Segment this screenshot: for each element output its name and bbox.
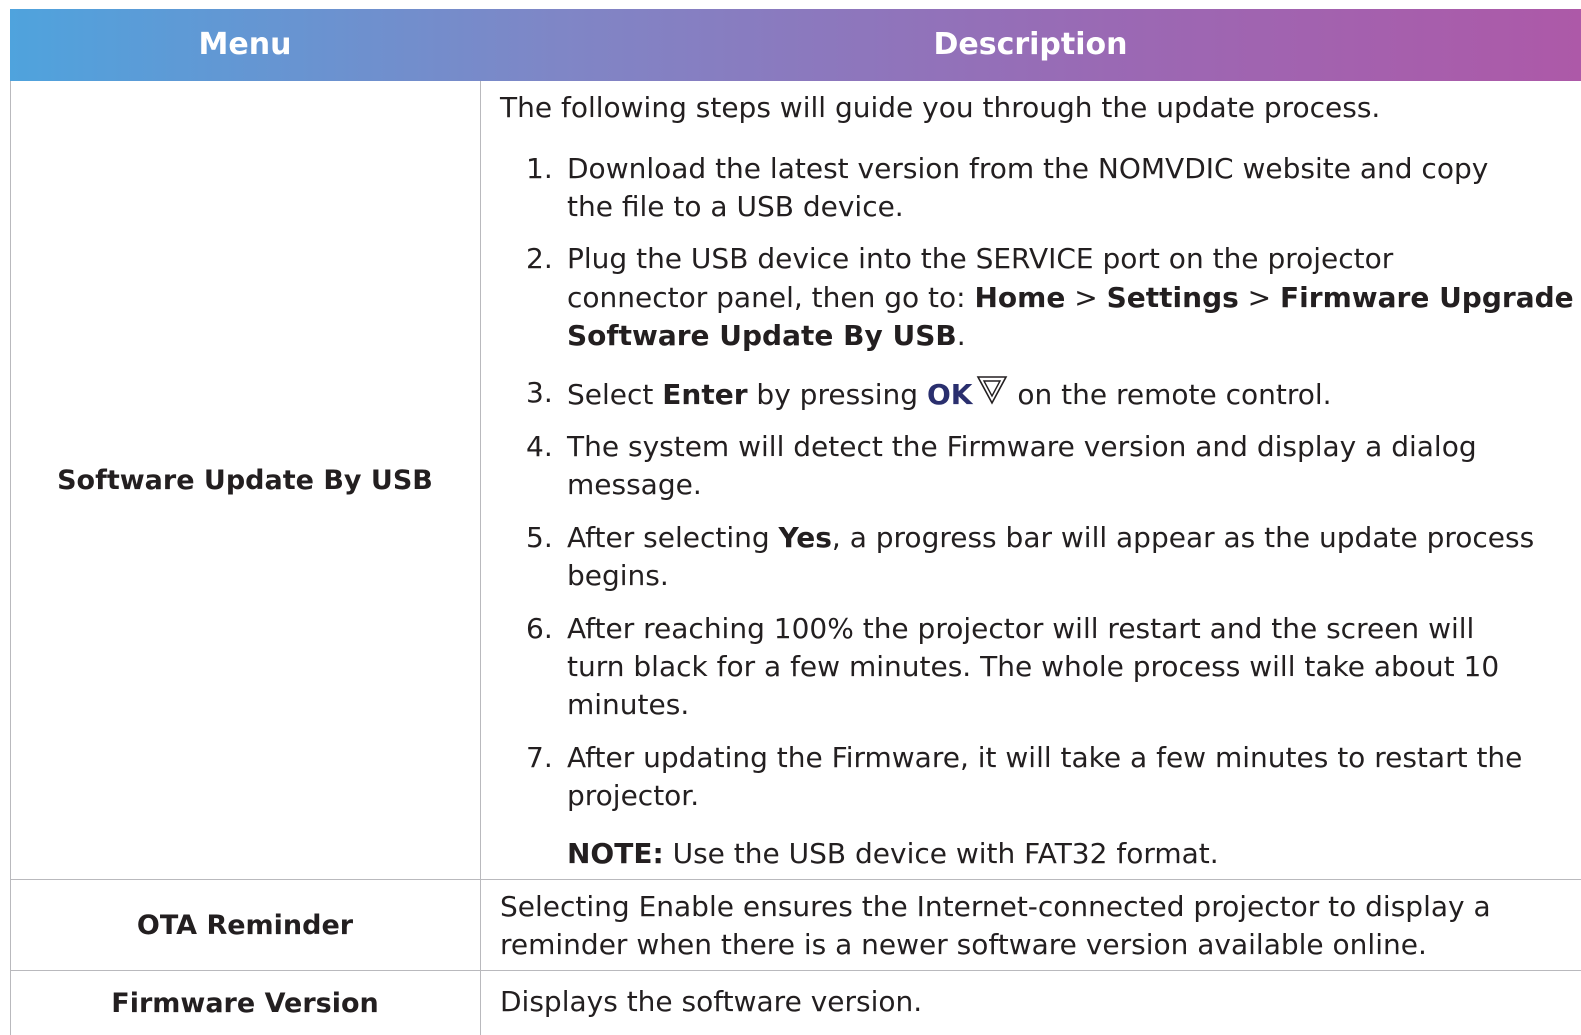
step-3-text: by pressing <box>747 378 927 411</box>
step-2-line-1: Plug the USB device into the SERVICE por… <box>567 242 1394 275</box>
step-5-text: , a progress bar will appear as the upda… <box>831 521 1535 554</box>
step-1-line-2: the file to a USB device. <box>567 190 904 223</box>
step-number: 4. <box>526 430 553 463</box>
firmware-version-description: Displays the software version. <box>500 985 923 1018</box>
header-description: Description <box>933 27 1128 62</box>
step-3-text: Select <box>567 378 663 411</box>
menu-ota-reminder: OTA Reminder <box>136 909 354 941</box>
step-6-line-2: turn black for a few minutes. The whole … <box>567 650 1500 683</box>
menu-path-software-update: Software Update By USB <box>567 319 957 352</box>
step-7-line-1: After updating the Firmware, it will tak… <box>567 741 1523 774</box>
step-3-text: on the remote control. <box>1008 378 1332 411</box>
step-5-text: After selecting <box>567 521 779 554</box>
menu-firmware-version: Firmware Version <box>111 987 379 1019</box>
enter-keyword: Enter <box>662 378 748 411</box>
menu-path-firmware-upgrade: Firmware Upgrade <box>1280 281 1574 314</box>
step-2-line-2: connector panel, then go to: Home > Sett… <box>567 279 1581 317</box>
step-number: 3. <box>526 376 553 409</box>
settings-table: Menu Description Software Update By USB … <box>10 9 1581 1035</box>
note-text: Use the USB device with FAT32 format. <box>663 837 1219 870</box>
ok-keyword: OK <box>926 378 973 411</box>
table-header: Menu Description <box>10 9 1581 81</box>
step-3-line-1: Select Enter by pressing OK on the remot… <box>567 374 1332 416</box>
path-separator: > <box>1065 281 1107 314</box>
step-number: 1. <box>526 152 553 185</box>
step-5-line-1: After selecting Yes, a progress bar will… <box>567 519 1534 557</box>
period: . <box>956 319 966 352</box>
usb-note: NOTE: Use the USB device with FAT32 form… <box>567 835 1219 873</box>
step-number: 6. <box>526 612 553 645</box>
step-7-line-2: projector. <box>567 779 700 812</box>
ota-line-1: Selecting Enable ensures the Internet-co… <box>500 890 1491 923</box>
header-menu: Menu <box>198 27 292 62</box>
column-divider <box>480 81 481 1035</box>
note-label: NOTE: <box>567 837 664 870</box>
step-4-line-2: message. <box>567 468 702 501</box>
ota-line-2: reminder when there is a newer software … <box>500 928 1427 961</box>
path-separator: > <box>1238 281 1281 314</box>
yes-keyword: Yes <box>778 521 832 554</box>
step-1-line-1: Download the latest version from the NOM… <box>567 152 1489 185</box>
ok-button-icon <box>976 374 1008 416</box>
path-separator: > <box>1574 281 1581 314</box>
usb-intro: The following steps will guide you throu… <box>500 91 1381 124</box>
step-6-line-3: minutes. <box>567 688 690 721</box>
step-2-line-3: Software Update By USB. <box>567 317 966 355</box>
step-number: 5. <box>526 521 553 554</box>
step-4-line-1: The system will detect the Firmware vers… <box>567 430 1477 463</box>
step-number: 2. <box>526 242 553 275</box>
menu-software-update-by-usb: Software Update By USB <box>57 464 433 496</box>
step-5-line-2: begins. <box>567 559 669 592</box>
menu-path-home: Home <box>974 281 1066 314</box>
step-number: 7. <box>526 741 553 774</box>
menu-path-settings: Settings <box>1106 281 1239 314</box>
step-6-line-1: After reaching 100% the projector will r… <box>567 612 1475 645</box>
step-2-text: connector panel, then go to: <box>567 281 975 314</box>
